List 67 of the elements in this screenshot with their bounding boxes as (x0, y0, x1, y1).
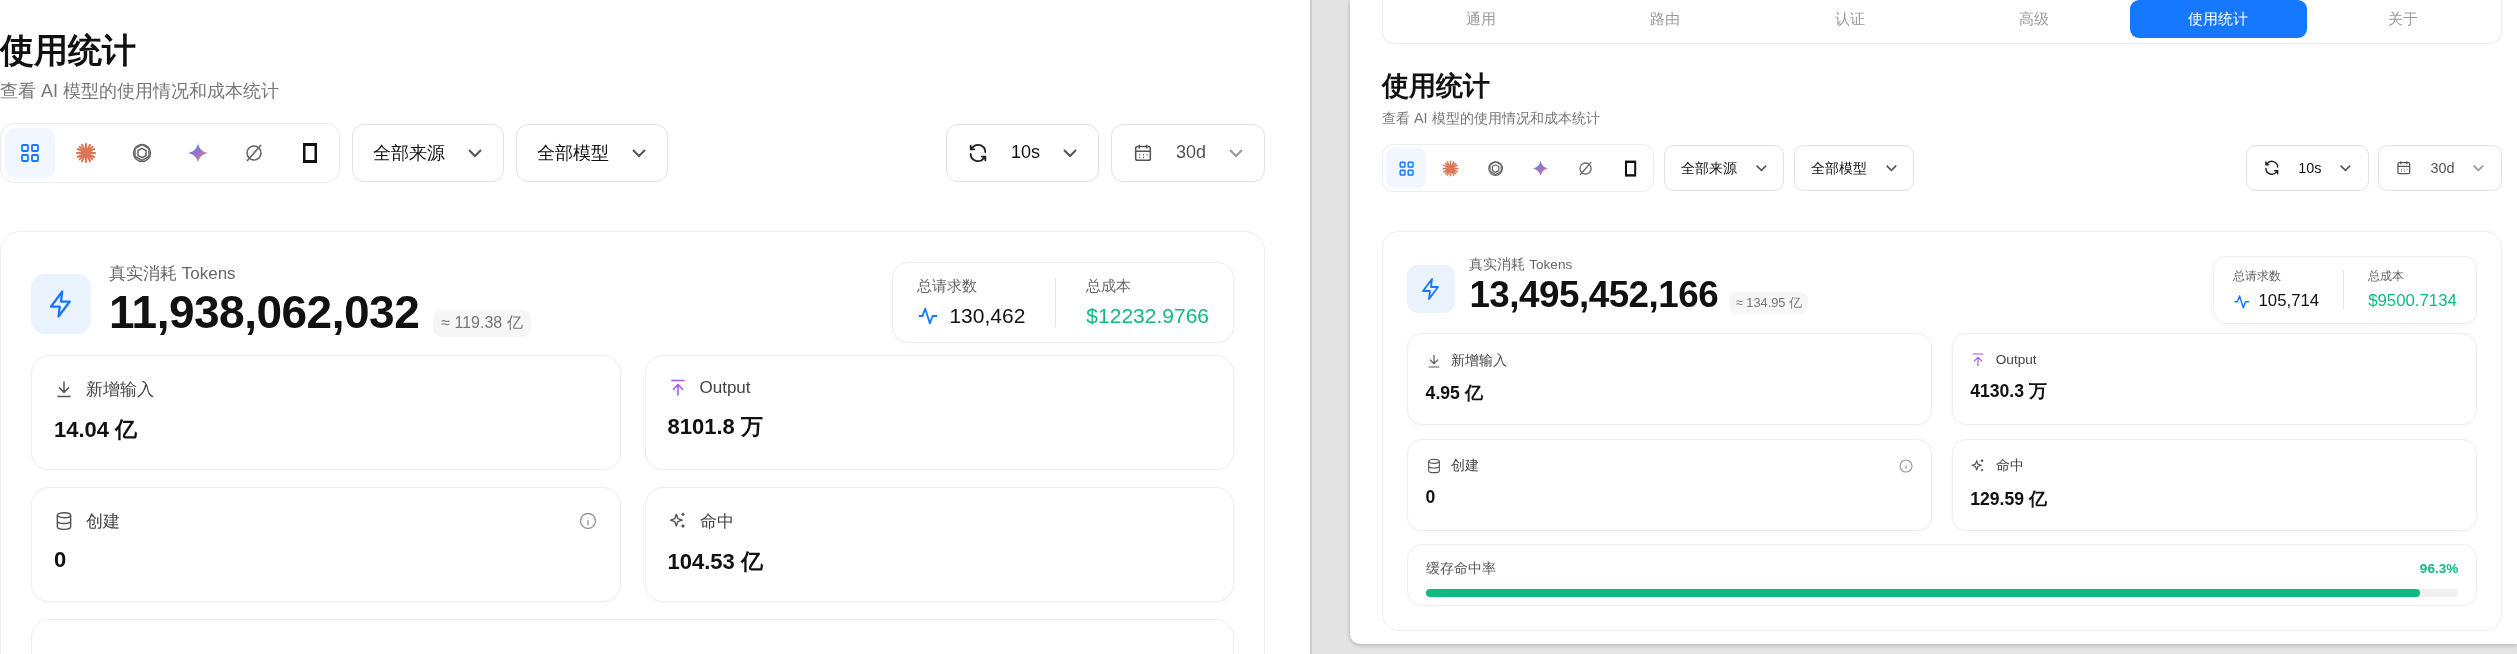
cost-label: 总成本 (1086, 276, 1133, 296)
info-icon[interactable] (577, 511, 598, 532)
knot-icon (1486, 158, 1506, 178)
cache-hit-reading: 96.3% (2419, 561, 2459, 577)
tokens-total: 13,495,452,166 (1469, 273, 1719, 316)
asterisk-icon (1441, 158, 1461, 178)
source-dropdown[interactable]: 全部来源 (1663, 145, 1785, 192)
requests-label: 总请求数 (917, 276, 979, 296)
pulse-icon (2232, 292, 2251, 311)
cache-hit-label: 缓存命中率 (1425, 559, 1496, 578)
tokens-approx: ≈ 134.95 亿 (1729, 292, 1809, 315)
date-range-dropdown[interactable]: 30d (1110, 123, 1265, 182)
refresh-icon (2263, 159, 2281, 177)
info-icon[interactable] (1897, 458, 1914, 475)
metric-label: Output (699, 377, 751, 398)
metric-value: 14.04 亿 (54, 415, 139, 444)
refresh-interval-dropdown[interactable]: 10s (2246, 145, 2369, 192)
requests-value: 130,462 (949, 303, 1026, 328)
cost-value: $12232.9766 (1086, 303, 1209, 328)
metric-label: 命中 (699, 510, 734, 533)
cost-value: $9500.7134 (2368, 291, 2457, 312)
model-dropdown[interactable]: 全部模型 (516, 123, 668, 182)
chevron-icon (631, 147, 647, 158)
metric-value: 4.95 亿 (1425, 381, 1484, 405)
page-title: 使用统计 (1382, 70, 1491, 103)
date-range-dropdown[interactable]: 30d (2378, 145, 2502, 192)
tokens-label: 真实消耗 Tokens (1469, 255, 1574, 274)
model-dropdown[interactable]: 全部模型 (1793, 145, 1915, 192)
metric-value: 104.53 亿 (667, 547, 764, 576)
chevron-icon (1061, 147, 1078, 158)
requests-label: 总请求数 (2232, 268, 2282, 285)
download-icon (54, 379, 74, 400)
source-dropdown[interactable]: 全部来源 (352, 123, 504, 182)
chevron-icon (467, 147, 483, 158)
lightning-icon (31, 273, 91, 334)
page-subtitle: 查看 AI 模型的使用情况和成本统计 (1382, 109, 1601, 129)
tab[interactable]: 使用统计 (2130, 0, 2307, 38)
cost-label: 总成本 (2368, 268, 2406, 285)
metric-value: 8101.8 万 (667, 412, 764, 441)
metric-label: 新增输入 (1451, 351, 1508, 370)
asterisk-icon (74, 140, 98, 165)
calendar-icon (2395, 159, 2413, 177)
grid-icon (1396, 158, 1416, 178)
chevron-icon (2339, 164, 2352, 173)
chevron-icon (2472, 164, 2485, 173)
database-icon (1425, 458, 1442, 475)
metric-value: 129.59 亿 (1970, 487, 2048, 511)
metric-value: 4130.3 万 (1970, 379, 2048, 403)
metric-label: 创建 (1451, 457, 1480, 476)
sparkle-icon (1531, 158, 1551, 178)
metric-label: 创建 (86, 510, 120, 533)
metric-value: 0 (54, 546, 68, 573)
chevron-icon (1884, 164, 1898, 173)
metric-label: 命中 (1995, 457, 2024, 476)
chevron-icon (1754, 164, 1768, 173)
tokens-total: 11,938,062,032 (109, 284, 420, 339)
metric-label: Output (1995, 352, 2037, 368)
lightning-icon (1407, 265, 1455, 314)
tokens-approx: ≈ 119.38 亿 (433, 309, 531, 337)
page-subtitle: 查看 AI 模型的使用情况和成本统计 (0, 79, 280, 103)
chevron-icon (1228, 147, 1244, 158)
database-icon (54, 511, 74, 532)
metric-value: 0 (1425, 486, 1437, 508)
refresh-interval-dropdown[interactable]: 10s (945, 123, 1099, 182)
tokens-label: 真实消耗 Tokens (109, 262, 237, 285)
requests-value: 105,714 (2258, 291, 2320, 312)
metric-label: 新增输入 (86, 378, 154, 401)
